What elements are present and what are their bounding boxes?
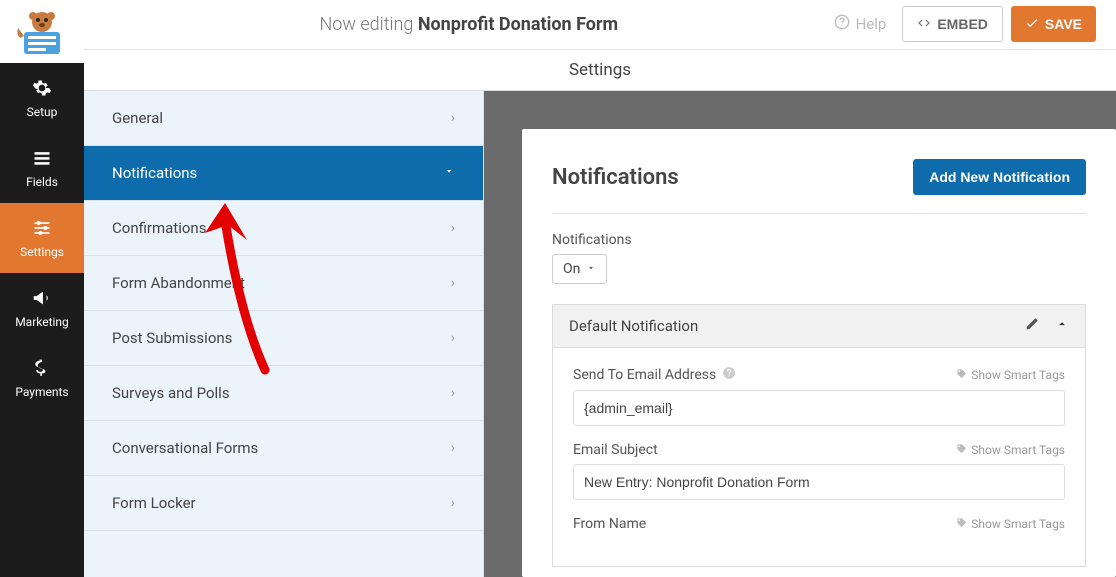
chevron-right-icon: › <box>451 385 455 401</box>
add-notification-button[interactable]: Add New Notification <box>913 159 1086 195</box>
smart-tags-link[interactable]: Show Smart Tags <box>956 443 1065 457</box>
chevron-right-icon: › <box>451 495 455 511</box>
chevron-right-icon: › <box>451 440 455 456</box>
from-name-label: From Name <box>573 516 646 532</box>
chevron-right-icon: › <box>451 110 455 126</box>
tag-icon <box>956 517 967 531</box>
smart-tags-link[interactable]: Show Smart Tags <box>956 368 1065 382</box>
page-title: Now editing Nonprofit Donation Form <box>104 14 834 35</box>
code-icon <box>917 16 931 33</box>
nav-marketing[interactable]: Marketing <box>0 273 84 343</box>
settings-side-menu: General › Notifications Confirmations › … <box>84 91 484 577</box>
smart-tags-link[interactable]: Show Smart Tags <box>956 517 1065 531</box>
subject-input[interactable] <box>573 464 1065 500</box>
chevron-right-icon: › <box>451 330 455 346</box>
panel-heading: Notifications <box>552 165 679 190</box>
tag-icon <box>956 443 967 457</box>
left-nav-rail: Setup Fields Settings Marketing Payments <box>0 0 84 577</box>
notifications-toggle-select[interactable]: On <box>552 254 607 284</box>
gear-icon <box>31 77 53 99</box>
chevron-right-icon: › <box>451 275 455 291</box>
settings-panel: Notifications Add New Notification Notif… <box>484 91 1116 577</box>
subject-label: Email Subject <box>573 442 658 458</box>
save-button[interactable]: SAVE <box>1011 6 1096 42</box>
embed-button[interactable]: EMBED <box>902 6 1003 42</box>
nav-payments[interactable]: Payments <box>0 343 84 413</box>
chevron-right-icon: › <box>451 220 455 236</box>
settings-header-bar: Settings <box>84 50 1116 91</box>
chevron-up-icon[interactable] <box>1055 317 1069 335</box>
help-link[interactable]: Help <box>834 14 887 34</box>
check-icon <box>1025 16 1039 33</box>
edit-icon[interactable] <box>1025 317 1039 335</box>
menu-item-conversational-forms[interactable]: Conversational Forms › <box>84 421 483 476</box>
menu-item-post-submissions[interactable]: Post Submissions › <box>84 311 483 366</box>
list-icon <box>31 147 53 169</box>
help-circle-icon <box>834 14 850 34</box>
menu-item-general[interactable]: General › <box>84 91 483 146</box>
help-circle-icon[interactable] <box>722 366 736 384</box>
send-to-input[interactable] <box>573 390 1065 426</box>
menu-item-form-abandonment[interactable]: Form Abandonment › <box>84 256 483 311</box>
notifications-toggle-label: Notifications <box>552 232 1086 248</box>
menu-item-confirmations[interactable]: Confirmations › <box>84 201 483 256</box>
send-to-label: Send To Email Address <box>573 366 736 384</box>
nav-fields[interactable]: Fields <box>0 133 84 203</box>
menu-item-form-locker[interactable]: Form Locker › <box>84 476 483 531</box>
sliders-icon <box>31 217 53 239</box>
notification-box: Default Notification <box>552 304 1086 567</box>
nav-setup[interactable]: Setup <box>0 63 84 133</box>
nav-settings[interactable]: Settings <box>0 203 84 273</box>
menu-item-notifications[interactable]: Notifications <box>84 146 483 201</box>
tag-icon <box>956 368 967 382</box>
app-logo <box>0 0 84 63</box>
notification-box-header: Default Notification <box>553 305 1085 348</box>
topbar: Now editing Nonprofit Donation Form Help… <box>84 0 1116 50</box>
dollar-icon <box>31 357 53 379</box>
chevron-down-icon <box>586 261 596 277</box>
chevron-down-icon <box>443 165 455 181</box>
menu-item-surveys-polls[interactable]: Surveys and Polls › <box>84 366 483 421</box>
bullhorn-icon <box>31 287 53 309</box>
